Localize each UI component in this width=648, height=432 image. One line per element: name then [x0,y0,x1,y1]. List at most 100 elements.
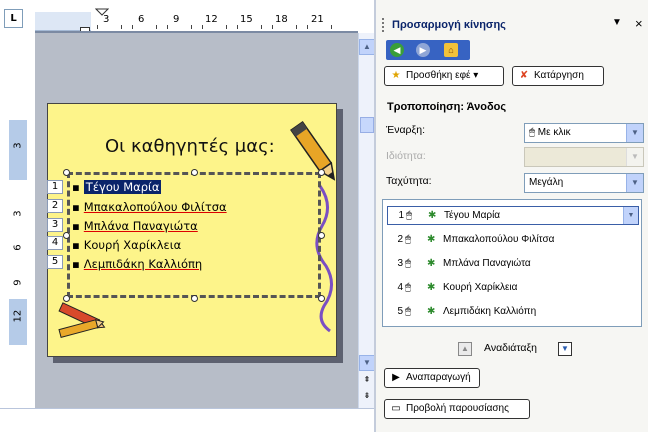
pane-header: Προσαρμογή κίνησης ▼ × [380,15,648,35]
pane-grip[interactable] [382,18,384,32]
ruler-tick [132,25,133,29]
animation-number: 3 [397,258,403,269]
animation-item[interactable]: 4 🖱 ✱ Κουρή Χαρίκλεια [387,279,639,298]
ruler-text-area [91,12,347,31]
resize-handle[interactable] [63,232,70,239]
animation-item[interactable]: 5 🖱 ✱ Λεμπιδάκη Καλλιόπη [387,303,639,322]
ruler-tick [167,25,168,29]
ruler-tick [261,25,262,29]
entrance-star-icon: ✱ [427,306,436,317]
bullet-text: Μπακαλοπούλου Φιλίτσα [83,200,227,214]
vertical-ruler[interactable]: 3 3 6 9 12 [9,40,27,425]
resize-handle[interactable] [318,232,325,239]
animation-order-tag[interactable]: 1 [47,180,63,194]
forward-icon[interactable]: ▶ [416,43,430,57]
ruler-tick [202,25,203,29]
animation-order-tag[interactable]: 2 [47,199,63,213]
resize-handle[interactable] [318,169,325,176]
close-icon[interactable]: × [635,16,643,31]
mouse-icon: 🖱 [405,258,411,269]
ruler-tick [272,25,273,29]
remove-button[interactable]: ✘ Κατάργηση [512,66,604,86]
scroll-up-button[interactable]: ▲ [359,39,375,55]
reorder-label: Αναδιάταξη [484,342,537,354]
ruler-number: 18 [275,14,288,25]
ruler-tick [296,25,297,29]
bullet-item[interactable]: ▪ Τέγου Μαρία [72,180,162,194]
entrance-star-icon: ✱ [427,282,436,293]
bullet-text: Τέγου Μαρία [83,180,162,194]
speed-value: Μεγάλη [529,177,564,188]
animation-order-tag[interactable]: 3 [47,218,63,232]
star-icon: ★ [391,70,401,81]
resize-handle[interactable] [191,169,198,176]
scroll-thumb[interactable] [360,117,374,133]
home-icon[interactable]: ⌂ [444,43,458,57]
bullet-item[interactable]: ▪ Μπλάνα Παναγιώτα [72,219,198,233]
mouse-icon: 🖱 [529,127,535,138]
entrance-star-icon: ✱ [427,234,436,245]
bullet-text: Κουρή Χαρίκλεια [83,238,182,252]
ruler-number: 21 [311,14,324,25]
resize-handle[interactable] [191,295,198,302]
chevron-down-icon[interactable]: ▼ [626,124,643,142]
chevron-down-icon[interactable]: ▼ [626,174,643,192]
ruler-number: 6 [138,14,145,25]
move-down-icon[interactable]: ▼ [558,342,572,356]
animation-name: Μπλάνα Παναγιώτα [443,258,531,269]
mouse-icon: 🖱 [405,282,411,293]
pane-menu-icon[interactable]: ▼ [612,17,622,28]
remove-star-icon: ✘ [519,70,529,81]
ruler-number: 15 [240,14,253,25]
play-button[interactable]: ▶ Αναπαραγωγή [384,368,480,388]
add-effect-label: Προσθήκη εφέ [406,70,471,81]
tab-stop-selector[interactable]: L [4,9,23,28]
bullet-item[interactable]: ▪ Μπακαλοπούλου Φιλίτσα [72,200,227,214]
resize-handle[interactable] [63,169,70,176]
slide-title[interactable]: Οι καθηγητές μας: [105,136,285,157]
ruler-tick [97,25,98,29]
previous-slide-button[interactable]: ⇞ [359,373,375,389]
ruler-tick [226,25,227,29]
first-line-indent-marker[interactable] [95,8,109,16]
resize-handle[interactable] [63,295,70,302]
next-slide-button[interactable]: ⇟ [359,389,375,405]
animation-name: Λεμπιδάκη Καλλιόπη [443,306,537,317]
slide-editor: L 3 6 9 12 15 18 21 3 3 6 9 12 Οι καθηγη… [0,0,375,432]
remove-label: Κατάργηση [534,70,584,81]
ruler-tick [237,25,238,29]
animation-item[interactable]: 2 🖱 ✱ Μπακαλοπούλου Φιλίτσα [387,231,639,250]
animation-name: Μπακαλοπούλου Φιλίτσα [443,234,555,245]
slideshow-button[interactable]: ▭ Προβολή παρουσίασης [384,399,530,419]
property-select: ▼ [524,147,644,167]
bullet-item[interactable]: ▪ Λεμπιδάκη Καλλιόπη [72,257,202,271]
animation-name: Κουρή Χαρίκλεια [443,282,518,293]
animation-order-tag[interactable]: 4 [47,236,63,250]
ruler-number: 9 [173,14,180,25]
entrance-star-icon: ✱ [427,258,436,269]
start-select[interactable]: 🖱 Με κλικ ▼ [524,123,644,143]
animation-item[interactable]: 1 🖱 ✱ Τέγου Μαρία ▼ [387,206,639,225]
animation-order-tag[interactable]: 5 [47,255,63,269]
animation-item[interactable]: 3 🖱 ✱ Μπλάνα Παναγιώτα [387,255,639,274]
ruler-tick [156,25,157,29]
chevron-down-icon: ▼ [626,148,643,166]
ruler-number: 12 [12,309,24,323]
animation-number: 4 [397,282,403,293]
vertical-scrollbar[interactable]: ▲ ▼ ⇞ ⇟ [358,33,375,408]
animation-list[interactable]: 1 🖱 ✱ Τέγου Μαρία ▼ 2 🖱 ✱ Μπακαλοπούλου Φιλίτσ… [382,199,642,327]
crayons-decoration-icon [58,302,106,338]
back-icon[interactable]: ◀ [390,43,404,57]
ruler-tick [331,25,332,29]
resize-handle[interactable] [318,295,325,302]
bullet-text: Λεμπιδάκη Καλλιόπη [83,257,203,271]
slideshow-label: Προβολή παρουσίασης [406,403,509,414]
ruler-number: 6 [12,244,24,251]
move-up-icon[interactable]: ▲ [458,342,472,356]
chevron-down-icon[interactable]: ▼ [623,207,638,224]
ruler-number: 3 [12,142,24,149]
bullet-item[interactable]: ▪ Κουρή Χαρίκλεια [72,238,181,252]
scroll-down-button[interactable]: ▼ [359,355,375,371]
speed-select[interactable]: Μεγάλη ▼ [524,173,644,193]
add-effect-button[interactable]: ★ Προσθήκη εφέ ▾ [384,66,504,86]
